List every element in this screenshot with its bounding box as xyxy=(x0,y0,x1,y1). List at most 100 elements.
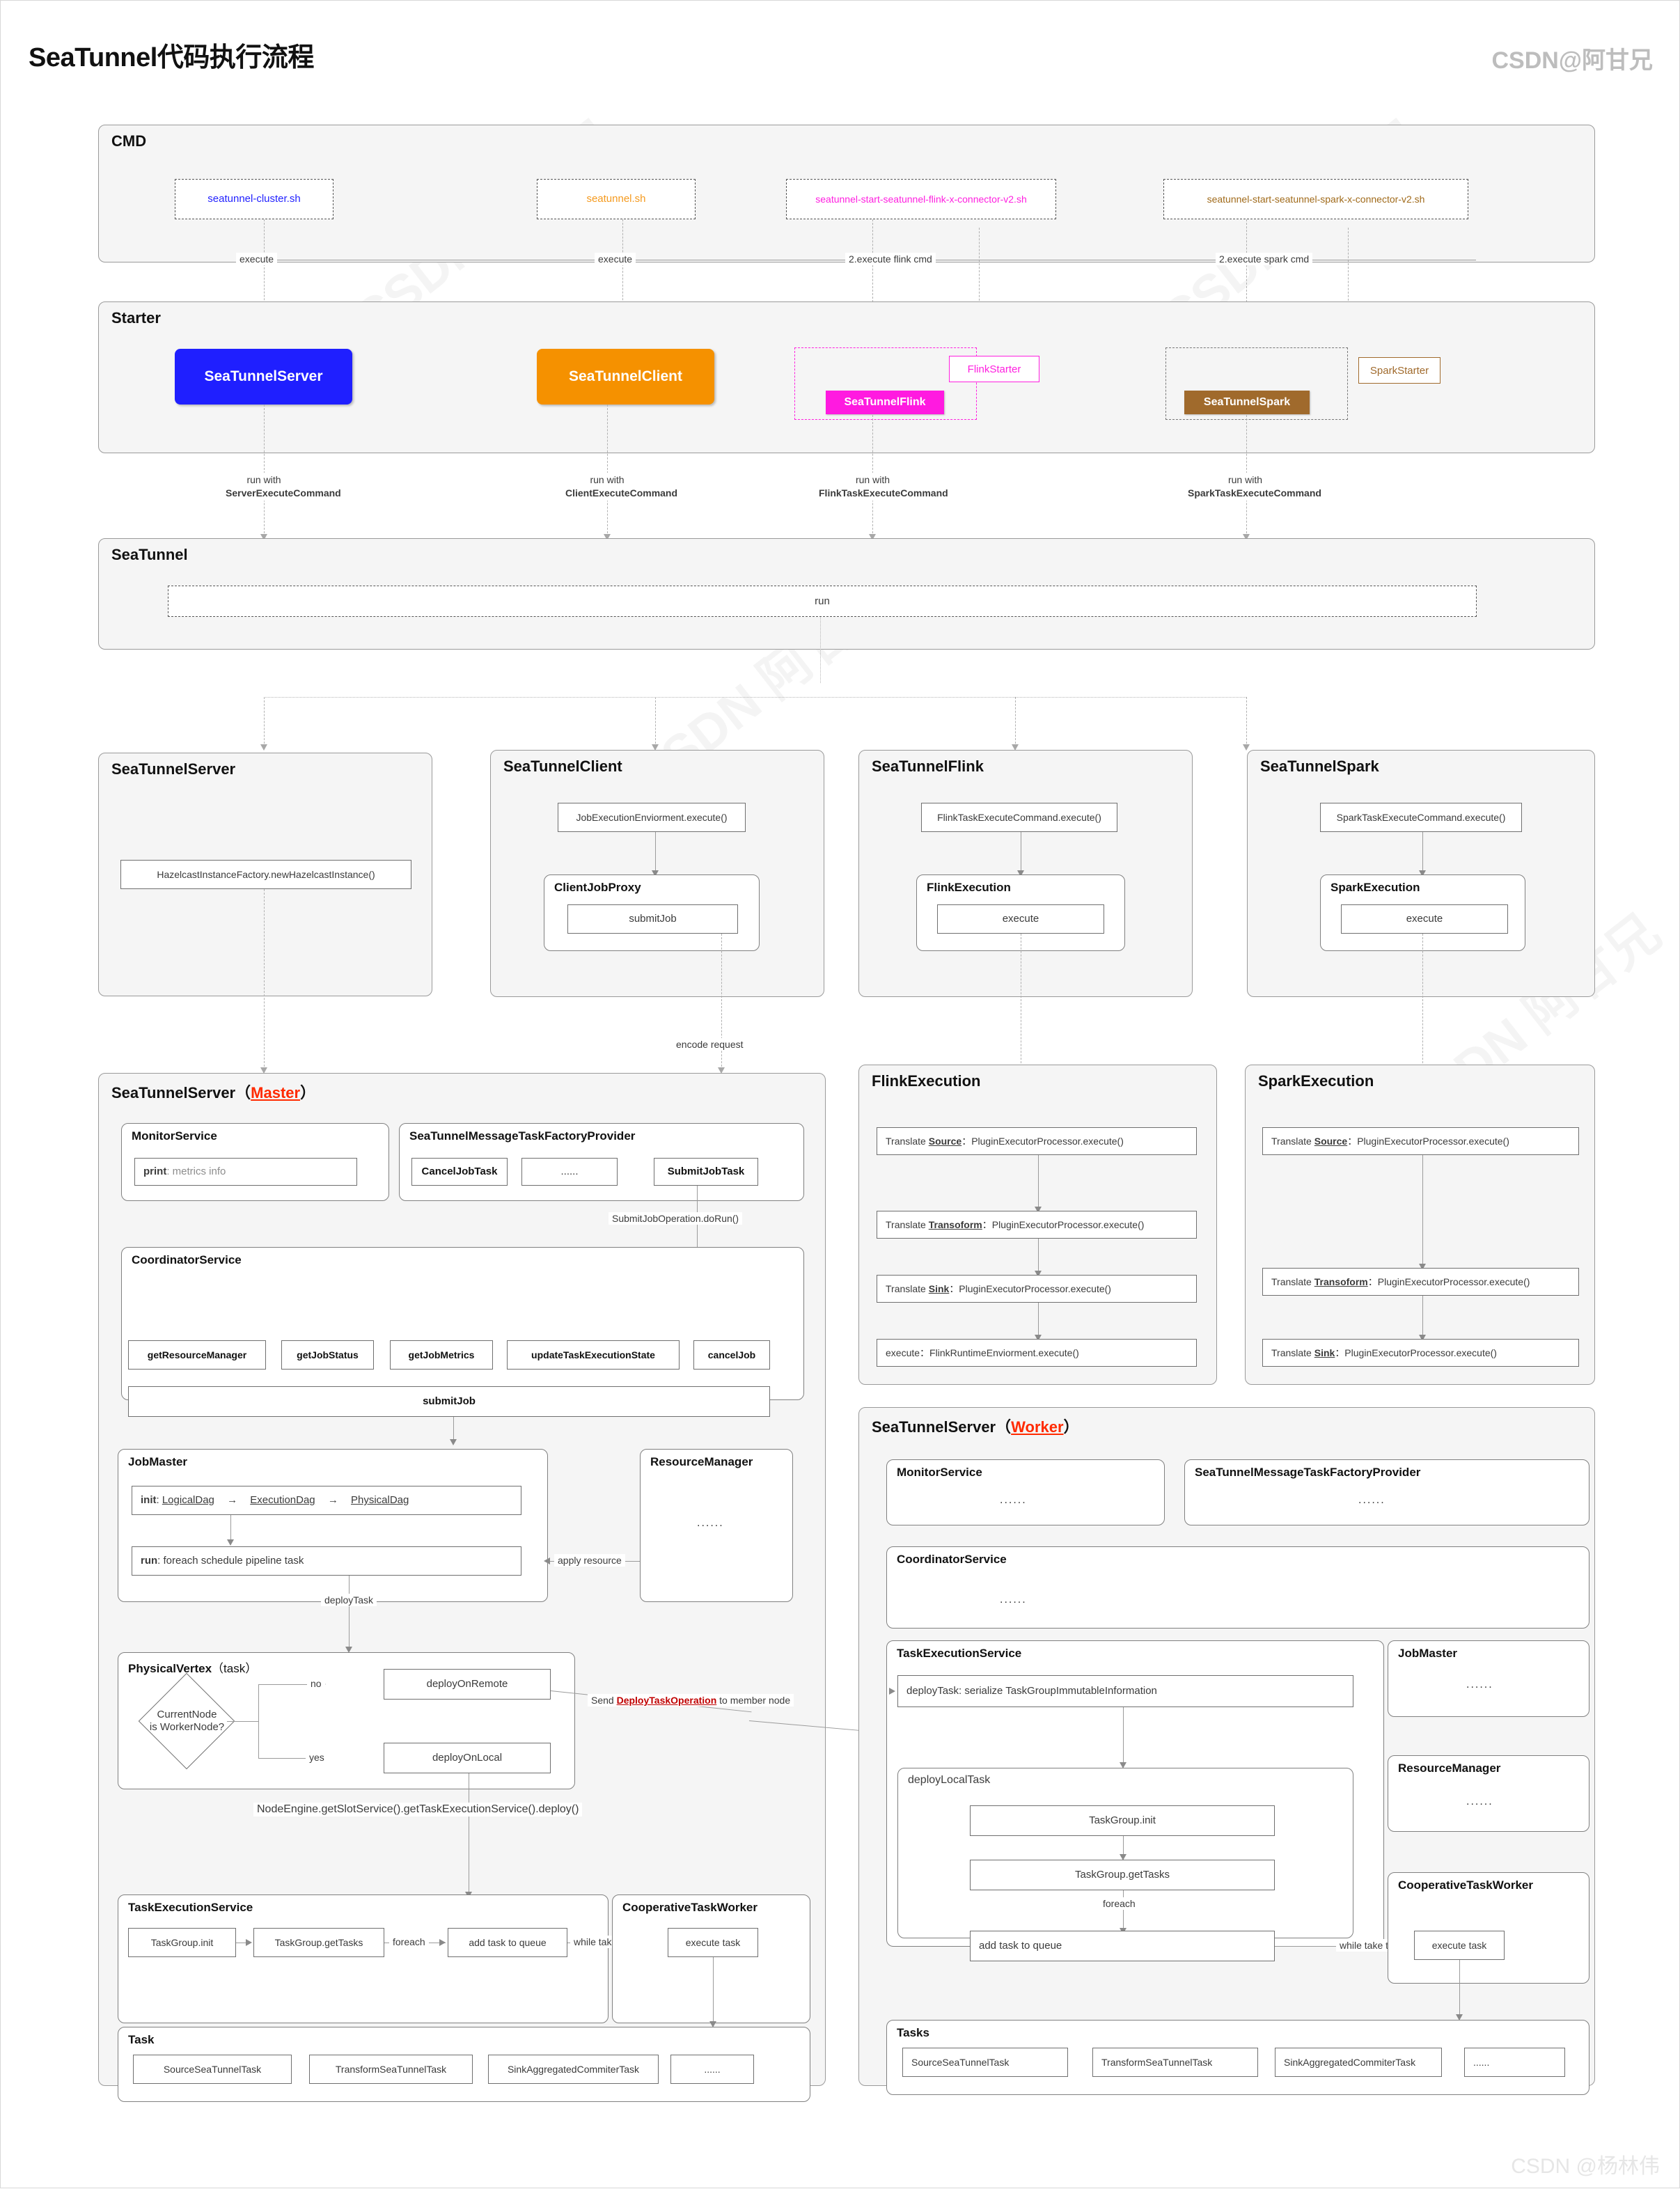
cmd-script-seatunnel-cluster[interactable]: seatunnel-cluster.sh xyxy=(175,179,333,219)
deploy-on-remote-box[interactable]: deployOnRemote xyxy=(384,1669,551,1700)
entry-group-seatunnelflink: SeaTunnelFlink xyxy=(858,750,1193,997)
edge-label-execute: execute xyxy=(595,253,636,265)
master-group-title: SeaTunnelServer（Master） xyxy=(111,1084,316,1101)
entry-group-title: SeaTunnelClient xyxy=(503,758,622,775)
connector-line xyxy=(1422,934,1423,1070)
worker-taskgroup-gettasks-box[interactable]: TaskGroup.getTasks xyxy=(970,1860,1275,1890)
print-metrics-box[interactable]: print: metrics info xyxy=(134,1158,357,1186)
flink-translate-source-box[interactable]: Translate Source：PluginExecutorProcessor… xyxy=(877,1127,1197,1155)
flink-runtime-execute-box[interactable]: execute：FlinkRuntimeEnviorment.execute() xyxy=(877,1339,1197,1367)
starter-chip-seatunnelserver[interactable]: SeaTunnelServer xyxy=(175,349,352,405)
monitor-service-title: MonitorService xyxy=(132,1129,217,1143)
worker-resource-manager-group: ResourceManager xyxy=(1388,1755,1589,1832)
connector-line xyxy=(820,617,821,683)
flink-task-execute-command-box[interactable]: FlinkTaskExecuteCommand.execute() xyxy=(921,803,1117,832)
taskgroup-init-box[interactable]: TaskGroup.init xyxy=(128,1928,236,1957)
deploy-task-label: deployTask xyxy=(321,1594,377,1606)
transform-seatunnel-task-box[interactable]: TransformSeaTunnelTask xyxy=(309,2055,473,2084)
resource-manager-dots: ...... xyxy=(697,1517,724,1529)
flink-translate-sink-box[interactable]: Translate Sink：PluginExecutorProcessor.e… xyxy=(877,1275,1197,1303)
starter-flinkstarter[interactable]: FlinkStarter xyxy=(949,356,1039,382)
seatunnel-group-title: SeaTunnel xyxy=(111,546,188,563)
starter-chip-seatunnelclient[interactable]: SeaTunnelClient xyxy=(537,349,714,405)
connector-line xyxy=(1123,1707,1124,1766)
worker-task-execution-service-title: TaskExecutionService xyxy=(897,1647,1022,1660)
cmd-script-spark-connector[interactable]: seatunnel-start-seatunnel-spark-x-connec… xyxy=(1163,179,1468,219)
cmd-script-flink-connector[interactable]: seatunnel-start-seatunnel-flink-x-connec… xyxy=(786,179,1056,219)
get-resource-manager-box[interactable]: getResourceManager xyxy=(128,1340,266,1370)
connector-line xyxy=(1123,1890,1124,1931)
worker-transform-seatunnel-task-box[interactable]: TransformSeaTunnelTask xyxy=(1092,2048,1258,2077)
source-seatunnel-task-box[interactable]: SourceSeaTunnelTask xyxy=(133,2055,292,2084)
execute-task-box[interactable]: execute task xyxy=(668,1928,758,1957)
connector-line xyxy=(264,219,265,314)
worker-cooperative-task-worker-title: CooperativeTaskWorker xyxy=(1398,1878,1533,1892)
jobmaster-init-box[interactable]: init: LogicalDag → ExecutionDag → Physic… xyxy=(132,1486,521,1515)
submit-job-task-box[interactable]: SubmitJobTask xyxy=(654,1158,758,1186)
deploy-on-local-box[interactable]: deployOnLocal xyxy=(384,1743,551,1773)
taskgroup-gettasks-box[interactable]: TaskGroup.getTasks xyxy=(253,1928,384,1957)
connector-line xyxy=(1038,1155,1039,1209)
worker-add-task-to-queue-box[interactable]: add task to queue xyxy=(970,1931,1275,1961)
cancel-job-task-box[interactable]: CancelJobTask xyxy=(411,1158,508,1186)
submit-job-box[interactable]: submitJob xyxy=(567,904,738,934)
hazelcast-instance-box[interactable]: HazelcastInstanceFactory.newHazelcastIns… xyxy=(120,860,411,889)
connector-line xyxy=(258,1684,292,1685)
flink-execute-box[interactable]: execute xyxy=(937,904,1104,934)
connector-line xyxy=(655,697,656,747)
apply-resource-label: apply resource xyxy=(554,1554,625,1567)
cmd-script-seatunnel[interactable]: seatunnel.sh xyxy=(537,179,696,219)
cancel-job-box[interactable]: cancelJob xyxy=(693,1340,770,1370)
entry-group-title: SeaTunnelServer xyxy=(111,760,236,778)
jobmaster-run-box[interactable]: run: foreach schedule pipeline task xyxy=(132,1546,521,1576)
master-jobmaster-group: JobMaster xyxy=(118,1449,548,1602)
spark-task-execute-command-box[interactable]: SparkTaskExecuteCommand.execute() xyxy=(1320,803,1522,832)
coordinator-service-title: CoordinatorService xyxy=(132,1253,242,1266)
spark-translate-transform-box[interactable]: Translate Transoform：PluginExecutorProce… xyxy=(1262,1268,1579,1296)
worker-taskgroup-init-box[interactable]: TaskGroup.init xyxy=(970,1805,1275,1836)
spark-translate-sink-box[interactable]: Translate Sink：PluginExecutorProcessor.e… xyxy=(1262,1339,1579,1367)
job-execution-environment-box[interactable]: JobExecutionEnviorment.execute() xyxy=(558,803,746,832)
connector-line xyxy=(1422,832,1423,874)
worker-task-factory-dots: ...... xyxy=(1358,1494,1385,1506)
worker-node-decision-label: CurrentNode is WorkerNode? xyxy=(149,1709,225,1733)
edge-label-execute-flink-cmd: 2.execute flink cmd xyxy=(845,253,936,265)
encode-request-label: encode request xyxy=(673,1038,747,1051)
connector-line xyxy=(1038,1303,1039,1337)
starter-sparkstarter[interactable]: SparkStarter xyxy=(1358,357,1440,384)
master-task-execution-service-group: TaskExecutionService xyxy=(118,1894,609,2023)
worker-monitor-service-group: MonitorService xyxy=(886,1459,1165,1525)
arrow-down-icon xyxy=(227,1539,234,1546)
worker-cooperative-task-worker-group: CooperativeTaskWorker xyxy=(1388,1872,1589,1984)
worker-sink-aggregated-commiter-task-box[interactable]: SinkAggregatedCommiterTask xyxy=(1275,2048,1442,2077)
worker-source-seatunnel-task-box[interactable]: SourceSeaTunnelTask xyxy=(902,2048,1068,2077)
connector-line xyxy=(258,1684,259,1758)
arrow-right-icon: → xyxy=(227,1494,238,1507)
worker-role-badge: Worker xyxy=(1011,1418,1064,1436)
flink-translate-transform-box[interactable]: Translate Transoform：PluginExecutorProce… xyxy=(877,1211,1197,1239)
worker-jobmaster-dots: ...... xyxy=(1466,1679,1493,1690)
worker-coordinator-service-title: CoordinatorService xyxy=(897,1553,1007,1566)
arrow-right-icon: → xyxy=(327,1494,338,1507)
add-task-to-queue-box[interactable]: add task to queue xyxy=(448,1928,567,1957)
worker-execute-task-box[interactable]: execute task xyxy=(1414,1931,1505,1960)
spark-translate-source-box[interactable]: Translate Source：PluginExecutorProcessor… xyxy=(1262,1127,1579,1155)
connector-line xyxy=(264,697,1246,698)
worker-coordinator-service-group: CoordinatorService xyxy=(886,1546,1589,1629)
run-with-label-client: run with ClientExecuteCommand xyxy=(562,473,677,501)
starter-chip-seatunnelspark[interactable]: SeaTunnelSpark xyxy=(1184,391,1310,414)
run-with-label-server: run with ServerExecuteCommand xyxy=(222,473,341,501)
coordinator-submit-job-box[interactable]: submitJob xyxy=(128,1386,770,1417)
get-job-status-box[interactable]: getJobStatus xyxy=(281,1340,374,1370)
worker-deploy-task-box[interactable]: deployTask: serialize TaskGroupImmutable… xyxy=(897,1675,1353,1707)
worker-deploy-local-task-title: deployLocalTask xyxy=(908,1774,991,1786)
spark-execute-box[interactable]: execute xyxy=(1341,904,1508,934)
sink-aggregated-commiter-task-box[interactable]: SinkAggregatedCommiterTask xyxy=(488,2055,659,2084)
connector-line xyxy=(979,228,980,304)
update-task-execution-state-box[interactable]: updateTaskExecutionState xyxy=(507,1340,680,1370)
worker-monitor-service-title: MonitorService xyxy=(897,1466,982,1479)
cmd-group-title: CMD xyxy=(111,132,147,150)
starter-chip-seatunnelflink[interactable]: SeaTunnelFlink xyxy=(826,391,944,414)
seatunnel-run-box[interactable]: run xyxy=(168,586,1477,617)
get-job-metrics-box[interactable]: getJobMetrics xyxy=(390,1340,493,1370)
